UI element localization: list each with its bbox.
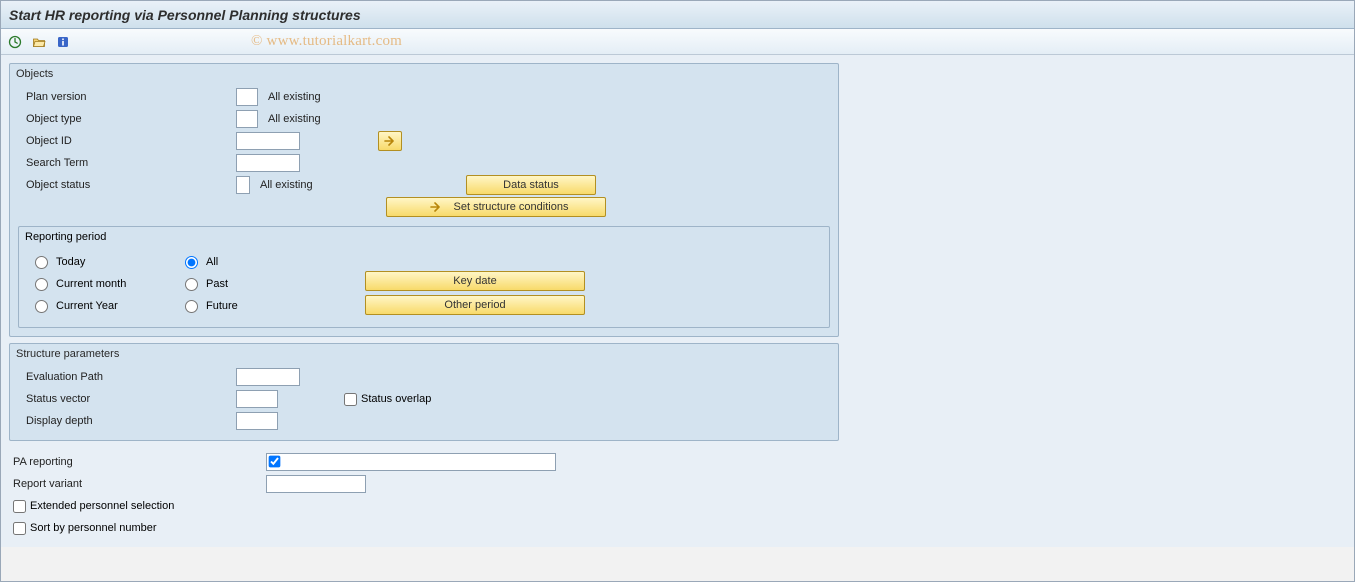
pa-reporting-input[interactable] — [266, 453, 556, 471]
plan-version-row: Plan version All existing — [10, 86, 838, 108]
radio-current-year[interactable] — [35, 300, 48, 313]
report-variant-input[interactable] — [266, 475, 366, 493]
status-vector-label: Status vector — [16, 393, 236, 405]
radio-current-month-label: Current month — [56, 278, 126, 290]
object-type-row: Object type All existing — [10, 108, 838, 130]
get-variant-button[interactable] — [29, 32, 49, 52]
radio-current-month-row: Current month — [25, 273, 175, 295]
radio-current-month[interactable] — [35, 278, 48, 291]
radio-future[interactable] — [185, 300, 198, 313]
sap-window: Start HR reporting via Personnel Plannin… — [0, 0, 1355, 582]
object-id-row: Object ID — [10, 130, 838, 152]
plan-version-after: All existing — [268, 91, 321, 103]
radio-past-row: Past — [175, 273, 325, 295]
clock-execute-icon — [8, 35, 22, 49]
structure-parameters-group: Structure parameters Evaluation Path Sta… — [9, 343, 839, 441]
radio-future-row: Future — [175, 295, 325, 317]
sort-by-personnel-number-row: Sort by personnel number — [13, 517, 839, 539]
key-date-button-label: Key date — [453, 275, 496, 287]
radio-today-label: Today — [56, 256, 85, 268]
set-structure-conditions-label: Set structure conditions — [454, 201, 569, 213]
report-variant-label: Report variant — [13, 478, 266, 490]
evaluation-path-input[interactable] — [236, 368, 300, 386]
objects-title: Objects — [10, 64, 838, 86]
object-status-label: Object status — [16, 179, 236, 191]
object-status-input[interactable] — [236, 176, 250, 194]
status-vector-row: Status vector Status overlap — [10, 388, 838, 410]
status-overlap-checkbox[interactable] — [344, 393, 357, 406]
reporting-period-title: Reporting period — [19, 227, 829, 249]
plan-version-input[interactable] — [236, 88, 258, 106]
radio-current-year-label: Current Year — [56, 300, 118, 312]
other-period-button-label: Other period — [444, 299, 505, 311]
extended-personnel-selection-row: Extended personnel selection — [13, 495, 839, 517]
arrow-right-icon — [430, 202, 442, 212]
radio-today[interactable] — [35, 256, 48, 269]
arrow-right-icon — [384, 136, 396, 146]
evaluation-path-label: Evaluation Path — [16, 371, 236, 383]
radio-all-row: All — [175, 251, 325, 273]
extended-personnel-selection-checkbox[interactable] — [13, 500, 26, 513]
info-icon — [56, 35, 70, 49]
extended-personnel-selection-label: Extended personnel selection — [30, 500, 174, 512]
application-toolbar: © www.tutorialkart.com — [1, 29, 1354, 55]
execute-button[interactable] — [5, 32, 25, 52]
search-term-row: Search Term — [10, 152, 838, 174]
object-status-row: Object status All existing Data status — [10, 174, 838, 196]
structure-parameters-title: Structure parameters — [10, 344, 838, 366]
report-variant-row: Report variant — [13, 473, 839, 495]
search-term-label: Search Term — [16, 157, 236, 169]
multiple-selection-button[interactable] — [378, 131, 402, 151]
reporting-period-radios: Today Current month Current Year — [19, 249, 829, 319]
sort-by-personnel-number-checkbox[interactable] — [13, 522, 26, 535]
object-type-label: Object type — [16, 113, 236, 125]
status-overlap-label: Status overlap — [361, 393, 431, 405]
reporting-period-group: Reporting period Today Current month — [18, 226, 830, 328]
info-button[interactable] — [53, 32, 73, 52]
display-depth-row: Display depth — [10, 410, 838, 432]
object-type-after: All existing — [268, 113, 321, 125]
objects-group: Objects Plan version All existing Object… — [9, 63, 839, 337]
titlebar: Start HR reporting via Personnel Plannin… — [1, 1, 1354, 29]
watermark: © www.tutorialkart.com — [251, 33, 402, 50]
radio-all[interactable] — [185, 256, 198, 269]
radio-future-label: Future — [206, 300, 238, 312]
set-structure-row: Set structure conditions — [10, 196, 838, 218]
set-structure-conditions-button[interactable]: Set structure conditions — [386, 197, 606, 217]
pa-reporting-label: PA reporting — [13, 456, 266, 468]
radio-current-year-row: Current Year — [25, 295, 175, 317]
object-status-after: All existing — [260, 179, 400, 191]
folder-open-icon — [32, 35, 46, 49]
radio-all-label: All — [206, 256, 218, 268]
object-id-input[interactable] — [236, 132, 300, 150]
radio-past-label: Past — [206, 278, 228, 290]
sort-by-personnel-number-label: Sort by personnel number — [30, 522, 157, 534]
display-depth-label: Display depth — [16, 415, 236, 427]
object-id-label: Object ID — [16, 135, 236, 147]
radio-today-row: Today — [25, 251, 175, 273]
search-term-input[interactable] — [236, 154, 300, 172]
data-status-button-label: Data status — [503, 179, 559, 191]
object-type-input[interactable] — [236, 110, 258, 128]
bottom-section: PA reporting Report variant Extended per… — [9, 447, 839, 539]
plan-version-label: Plan version — [16, 91, 236, 103]
display-depth-input[interactable] — [236, 412, 278, 430]
radio-past[interactable] — [185, 278, 198, 291]
pa-reporting-row: PA reporting — [13, 451, 839, 473]
data-status-button[interactable]: Data status — [466, 175, 596, 195]
selection-screen: Objects Plan version All existing Object… — [1, 55, 1354, 547]
pa-reporting-inline-checkbox[interactable] — [269, 456, 281, 468]
page-title: Start HR reporting via Personnel Plannin… — [9, 7, 361, 23]
evaluation-path-row: Evaluation Path — [10, 366, 838, 388]
other-period-button[interactable]: Other period — [365, 295, 585, 315]
key-date-button[interactable]: Key date — [365, 271, 585, 291]
status-vector-input[interactable] — [236, 390, 278, 408]
